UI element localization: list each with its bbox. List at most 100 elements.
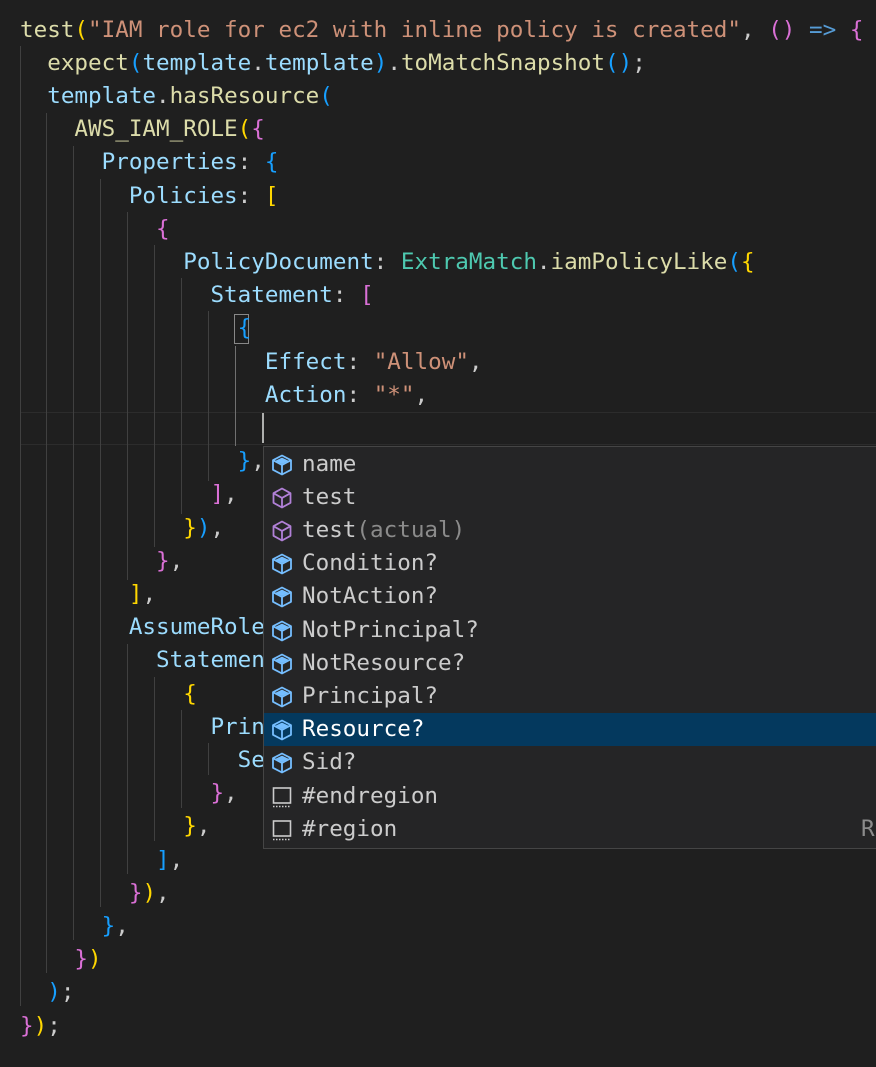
code-line[interactable]: AWS_IAM_ROLE({ [20, 113, 264, 146]
suggest-item-name: Sid? [302, 749, 357, 776]
code-token: "IAM role for ec2 with inline policy is … [88, 16, 741, 43]
code-line[interactable]: Policies: [ [20, 180, 279, 213]
code-token: ) [88, 946, 102, 973]
code-line[interactable]: }); [20, 1010, 61, 1043]
code-token: { [264, 149, 279, 176]
code-line[interactable]: Effect: "Allow", [20, 346, 483, 379]
method-icon [270, 519, 294, 543]
suggest-item[interactable]: test(actual) [264, 514, 876, 547]
suggest-item[interactable]: NotResource? [264, 647, 876, 680]
code-token: , [169, 846, 184, 873]
suggest-item-name: Principal? [302, 682, 439, 709]
suggest-item[interactable]: Sid? [264, 746, 876, 779]
suggest-item[interactable]: Principal? [264, 680, 876, 713]
code-token: { [237, 315, 252, 342]
code-token: . [156, 82, 170, 109]
code-token: } [183, 514, 197, 541]
code-line[interactable]: template.hasResource( [20, 80, 333, 113]
code-line[interactable]: { [20, 213, 170, 246]
code-line[interactable]: Properties: { [20, 146, 279, 179]
code-line[interactable]: PolicyDocument: ExtraMatch.iamPolicyLike… [20, 246, 754, 279]
suggest-item-label: test [302, 481, 356, 514]
suggest-item[interactable]: NotPrincipal? [264, 614, 876, 647]
code-line[interactable]: ], [20, 578, 156, 611]
suggest-item[interactable]: Condition? [264, 547, 876, 580]
code-line[interactable]: }, [20, 777, 237, 810]
code-token: , [196, 813, 211, 840]
code-token: ) [373, 49, 388, 76]
code-line[interactable]: Prin [20, 711, 265, 744]
field-icon [270, 585, 294, 609]
code-token: , [169, 547, 184, 574]
code-line[interactable]: ], [20, 844, 183, 877]
code-line[interactable]: }), [20, 512, 224, 545]
code-token: ( [727, 248, 741, 275]
code-token: : [237, 149, 265, 176]
code-token: , [156, 879, 170, 906]
code-token: Statemen [156, 647, 265, 674]
suggest-item[interactable]: Resource? [264, 713, 876, 747]
code-line[interactable]: { [20, 312, 252, 345]
code-token: Properties [101, 149, 238, 176]
suggest-item[interactable]: #region Re [264, 813, 876, 846]
suggest-item[interactable]: test [264, 481, 876, 514]
suggest-item[interactable]: NotAction? [264, 580, 876, 613]
code-line[interactable]: expect(template.template).toMatchSnapsho… [20, 47, 646, 80]
code-line[interactable]: test("IAM role for ec2 with inline polic… [20, 14, 863, 47]
suggest-item-label: test(actual) [302, 514, 465, 547]
code-token: AssumeRole [128, 614, 265, 641]
code-token: { [849, 16, 864, 43]
code-token: Policies [128, 182, 238, 209]
code-token: ; [632, 49, 646, 76]
suggest-item[interactable]: name [264, 448, 876, 481]
code-line[interactable]: AssumeRole [20, 611, 265, 644]
code-token: , [115, 912, 129, 939]
code-token: expect [47, 49, 129, 76]
code-line[interactable]: Se [20, 744, 265, 777]
code-token: template [142, 49, 252, 76]
code-line[interactable]: }, [20, 545, 183, 578]
code-token: : [237, 182, 265, 209]
snippet-icon [270, 818, 294, 842]
code-line[interactable]: }, [20, 810, 210, 843]
code-line[interactable]: Action: "*", [20, 379, 428, 412]
code-line[interactable]: }) [20, 943, 102, 976]
code-line[interactable]: }, [20, 445, 265, 478]
code-token: ) [33, 1012, 48, 1039]
suggest-item-label: Sid? [302, 746, 356, 779]
code-token: , [142, 580, 157, 607]
code-token: () [604, 49, 633, 76]
code-line[interactable]: }), [20, 877, 170, 910]
suggest-item[interactable]: #endregion [264, 780, 876, 813]
code-token: Statement [210, 282, 333, 309]
code-token: } [20, 1012, 34, 1039]
code-token: ) [47, 979, 61, 1006]
code-line[interactable]: }, [20, 910, 129, 943]
code-token: , [468, 348, 483, 375]
code-token: } [101, 912, 116, 939]
code-token: : [346, 381, 374, 408]
code-line[interactable]: { [20, 678, 197, 711]
code-line[interactable]: Statemen [20, 644, 265, 677]
code-token: , [414, 381, 429, 408]
code-line[interactable]: ], [20, 478, 237, 511]
text-cursor [262, 413, 264, 443]
code-token: Prin [210, 713, 265, 740]
suggest-widget[interactable]: name test test(actual) Condition? NotAction?… [263, 446, 876, 849]
code-token: "*" [373, 381, 415, 408]
code-line[interactable]: Statement: [ [20, 279, 373, 312]
code-line[interactable]: ); [20, 976, 74, 1009]
code-token: PolicyDocument [183, 248, 374, 275]
code-token: ] [210, 481, 225, 508]
code-token: ( [319, 82, 333, 109]
